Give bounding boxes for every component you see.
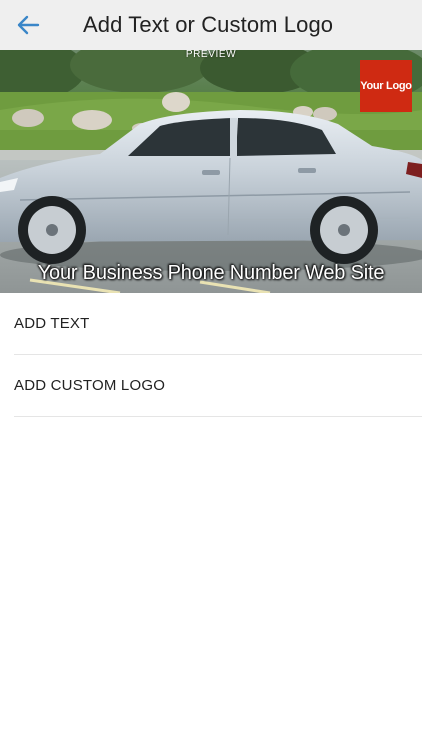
preview-image: PREVIEW Your Logo Your Business Phone Nu… bbox=[0, 50, 422, 293]
page-title: Add Text or Custom Logo bbox=[83, 12, 334, 37]
preview-label: PREVIEW bbox=[185, 50, 237, 60]
add-custom-logo-item[interactable]: ADD CUSTOM LOGO bbox=[14, 355, 422, 417]
add-text-item[interactable]: ADD TEXT bbox=[14, 293, 422, 355]
logo-placeholder: Your Logo bbox=[360, 60, 412, 112]
top-bar: Add Text or Custom Logo bbox=[0, 0, 422, 50]
car-photo bbox=[0, 50, 422, 293]
preview-caption: Your Business Phone Number Web Site bbox=[37, 262, 385, 284]
arrow-left-icon bbox=[17, 15, 40, 35]
add-custom-logo-label: ADD CUSTOM LOGO bbox=[14, 377, 166, 394]
back-button[interactable] bbox=[12, 11, 44, 39]
add-text-label: ADD TEXT bbox=[14, 315, 90, 332]
